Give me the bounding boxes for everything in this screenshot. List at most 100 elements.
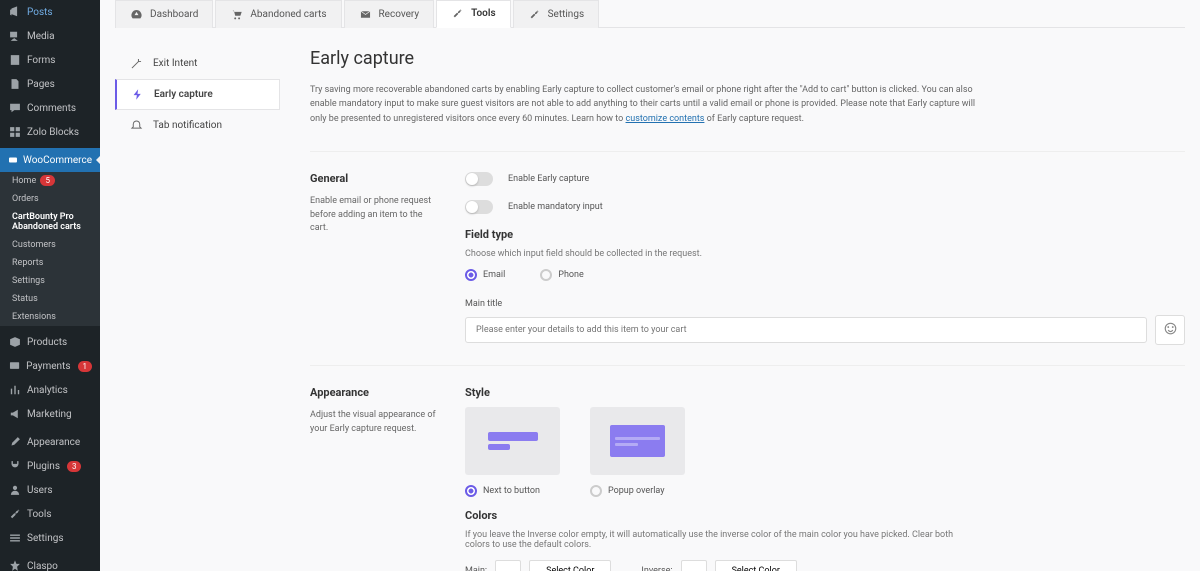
enable-early-capture-toggle[interactable]	[465, 172, 493, 186]
sidebar-item-pages[interactable]: Pages	[0, 72, 100, 96]
sidebar-item-label: Pages	[27, 79, 55, 90]
tab-settings[interactable]: Settings	[513, 0, 600, 28]
sidebar-item-label: Media	[27, 31, 55, 42]
woo-icon	[8, 153, 18, 167]
nav-exit-intent[interactable]: Exit Intent	[115, 48, 280, 79]
toggle-label: Enable Early capture	[508, 174, 589, 184]
radio-phone[interactable]: Phone	[540, 269, 584, 281]
submenu-extensions[interactable]: Extensions	[0, 308, 100, 326]
sidebar-item-appearance[interactable]: Appearance	[0, 430, 100, 454]
sidebar-item-label: Tools	[27, 509, 51, 520]
nav-label: Tab notification	[153, 120, 222, 131]
top-tabs: Dashboard Abandoned carts Recovery Tools…	[115, 0, 1185, 28]
sidebar-item-label: Marketing	[27, 409, 72, 420]
sidebar-item-label: Settings	[27, 533, 64, 544]
general-desc: Enable email or phone request before add…	[310, 195, 440, 236]
submenu-reports[interactable]: Reports	[0, 254, 100, 272]
sidebar-item-comments[interactable]: Comments	[0, 96, 100, 120]
radio-label: Phone	[558, 270, 584, 280]
tab-abandoned-carts[interactable]: Abandoned carts	[215, 0, 341, 28]
sidebar-item-users[interactable]: Users	[0, 478, 100, 502]
radio-next-to-button[interactable]: Next to button	[465, 485, 560, 497]
tab-label: Recovery	[379, 9, 420, 20]
page-title: Early capture	[310, 48, 1185, 69]
appearance-desc: Adjust the visual appearance of your Ear…	[310, 409, 440, 436]
submenu-settings[interactable]: Settings	[0, 272, 100, 290]
sidebar-item-plugins[interactable]: Plugins 3	[0, 454, 100, 478]
media-icon	[8, 29, 22, 43]
tab-label: Tools	[471, 8, 495, 19]
sidebar-item-forms[interactable]: Forms	[0, 48, 100, 72]
sidebar-item-label: WooCommerce	[23, 155, 92, 166]
bolt-icon	[131, 88, 144, 101]
tab-label: Abandoned carts	[250, 9, 326, 20]
main-color-swatch[interactable]	[495, 560, 521, 571]
customize-contents-link[interactable]: customize contents	[626, 114, 705, 124]
sidebar-item-settings[interactable]: Settings	[0, 526, 100, 550]
main-title-label: Main title	[465, 299, 1185, 309]
submenu-home[interactable]: Home 5	[0, 172, 100, 190]
sidebar-item-claspo[interactable]: Claspo	[0, 554, 100, 571]
tab-tools[interactable]: Tools	[436, 0, 510, 28]
sidebar-item-label: Users	[27, 485, 53, 496]
plug-icon	[8, 459, 22, 473]
tab-label: Settings	[548, 9, 585, 20]
sidebar-item-media[interactable]: Media	[0, 24, 100, 48]
sidebar-item-zolo[interactable]: Zolo Blocks	[0, 120, 100, 144]
style-title: Style	[465, 386, 1185, 399]
radio-label: Email	[483, 270, 505, 280]
style-preview-popup[interactable]	[590, 407, 685, 475]
badge: 1	[78, 361, 93, 372]
admin-sidebar: Posts Media Forms Pages Comments Zolo Bl…	[0, 0, 100, 571]
star-icon	[8, 559, 22, 571]
main-select-color-button[interactable]: Select Color	[529, 560, 611, 571]
inverse-select-color-button[interactable]: Select Color	[715, 560, 797, 571]
sidebar-item-tools[interactable]: Tools	[0, 502, 100, 526]
wrench-icon	[451, 7, 464, 20]
general-title: General	[310, 172, 455, 185]
sliders-icon	[8, 531, 22, 545]
bell-icon	[130, 119, 143, 132]
style-preview-next-to-button[interactable]	[465, 407, 560, 475]
submenu-cartbounty[interactable]: CartBounty Pro Abandoned carts	[0, 208, 100, 236]
radio-icon	[465, 485, 477, 497]
gauge-icon	[130, 8, 143, 21]
sidebar-item-woocommerce[interactable]: WooCommerce	[0, 148, 100, 172]
tools-side-nav: Exit Intent Early capture Tab notificati…	[115, 48, 280, 571]
radio-icon	[465, 269, 477, 281]
cart-icon	[230, 8, 243, 21]
card-icon	[8, 359, 21, 373]
sidebar-item-label: Plugins	[27, 461, 60, 472]
sidebar-item-label: Forms	[27, 55, 55, 66]
submenu-status[interactable]: Status	[0, 290, 100, 308]
tab-dashboard[interactable]: Dashboard	[115, 0, 213, 28]
enable-mandatory-input-toggle[interactable]	[465, 200, 493, 214]
tab-recovery[interactable]: Recovery	[344, 0, 435, 28]
emoji-picker-button[interactable]	[1155, 315, 1185, 345]
nav-tab-notification[interactable]: Tab notification	[115, 110, 280, 141]
submenu-customers[interactable]: Customers	[0, 236, 100, 254]
sidebar-item-marketing[interactable]: Marketing	[0, 402, 100, 426]
sidebar-item-products[interactable]: Products	[0, 330, 100, 354]
nav-early-capture[interactable]: Early capture	[115, 79, 280, 110]
sidebar-item-label: Posts	[27, 7, 53, 18]
submenu-orders[interactable]: Orders	[0, 190, 100, 208]
sidebar-item-analytics[interactable]: Analytics	[0, 378, 100, 402]
sidebar-item-payments[interactable]: Payments 1	[0, 354, 100, 378]
main-title-input[interactable]	[465, 317, 1147, 343]
colors-desc: If you leave the Inverse color empty, it…	[465, 530, 965, 550]
comment-icon	[8, 101, 22, 115]
badge: 5	[40, 175, 55, 186]
general-section: General Enable email or phone request be…	[310, 151, 1185, 365]
badge: 3	[67, 461, 82, 472]
radio-email[interactable]: Email	[465, 269, 505, 281]
inverse-color-swatch[interactable]	[681, 560, 707, 571]
sidebar-item-label: Analytics	[27, 385, 68, 396]
chart-icon	[8, 383, 22, 397]
mail-icon	[359, 8, 372, 21]
field-type-title: Field type	[465, 228, 1185, 241]
sidebar-item-posts[interactable]: Posts	[0, 0, 100, 24]
inverse-color-label: Inverse:	[641, 566, 672, 571]
tab-label: Dashboard	[150, 9, 198, 20]
radio-popup-overlay[interactable]: Popup overlay	[590, 485, 685, 497]
